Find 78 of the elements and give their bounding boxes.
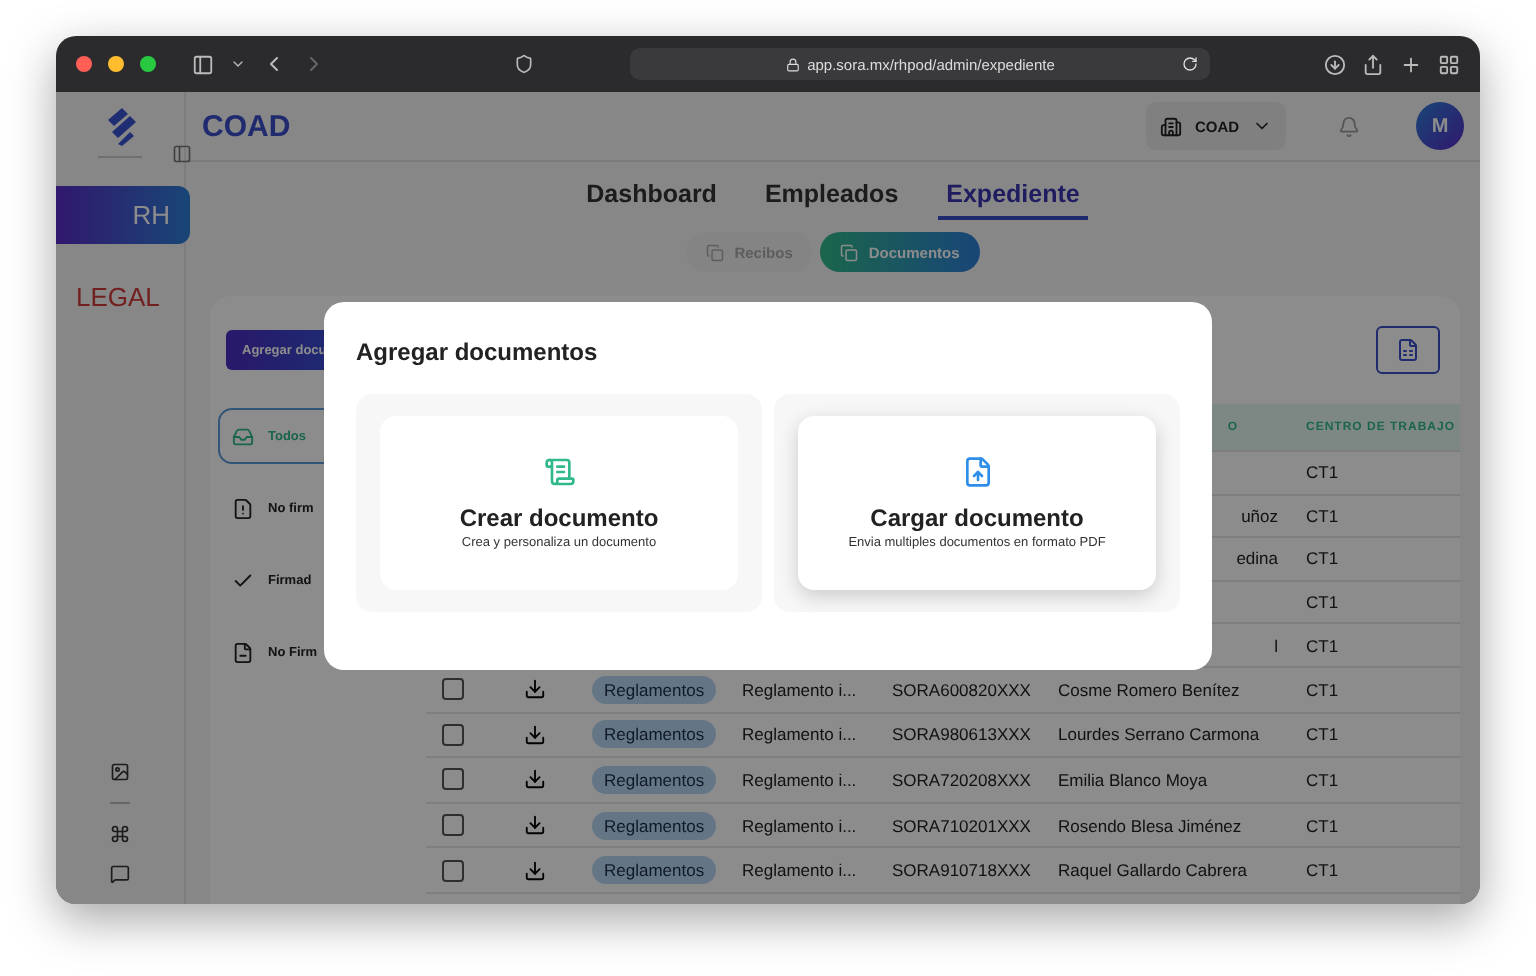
- download-icon[interactable]: [523, 859, 545, 882]
- copy-icon: [706, 243, 725, 261]
- download-icon[interactable]: [1324, 53, 1346, 75]
- nav-tab[interactable]: Dashboard: [578, 180, 725, 220]
- zoom-icon[interactable]: [140, 56, 156, 72]
- table-cell-text: SORA910718XXX: [892, 860, 1033, 881]
- sidebar-icon[interactable]: [192, 53, 214, 75]
- spreadsheet-icon: [1396, 338, 1420, 362]
- table-cell-text: CT1: [1306, 815, 1341, 836]
- file-minus-icon: [232, 641, 254, 663]
- table-cell-text: CT1: [1306, 724, 1341, 745]
- table-cell-text: Reglamento i...: [742, 679, 859, 700]
- grid-icon[interactable]: [1438, 53, 1460, 75]
- modal-title: Agregar documentos: [356, 338, 600, 366]
- category-tag: Reglamentos: [592, 856, 717, 885]
- category-tag: Reglamentos: [592, 765, 717, 794]
- table-cell-text: CT1: [1306, 635, 1341, 656]
- table-cell-text: CT1: [1306, 462, 1341, 483]
- close-icon[interactable]: [76, 56, 92, 72]
- table-cell: uñoz: [1241, 505, 1278, 526]
- table-cell-text: CT1: [1306, 769, 1341, 790]
- shield-icon[interactable]: [514, 54, 534, 74]
- download-icon[interactable]: [523, 768, 545, 791]
- chat-icon[interactable]: [110, 864, 130, 884]
- option-title: Crear documento: [459, 504, 659, 532]
- row-checkbox[interactable]: [442, 723, 464, 746]
- table-cell-text: CT1: [1306, 505, 1341, 526]
- download-icon[interactable]: [523, 814, 545, 837]
- excel-export-button[interactable]: [1376, 326, 1440, 374]
- table-cell-text: Lourdes Serrano Carmona: [1058, 724, 1262, 745]
- file-upload-icon: [961, 456, 993, 488]
- table-cell-text: Reglamento i...: [742, 860, 859, 881]
- table-cell-text: CT1: [1306, 548, 1341, 569]
- table-cell-text: CT1: [1306, 679, 1341, 700]
- table-cell-text: Emilia Blanco Moya: [1058, 769, 1210, 790]
- scroll-icon: [543, 456, 575, 488]
- nav-tab[interactable]: Empleados: [756, 180, 907, 220]
- download-icon[interactable]: [523, 723, 545, 746]
- table-cell-text: Reglamento i...: [742, 769, 859, 790]
- nav-tab[interactable]: Expediente: [938, 180, 1088, 220]
- share-icon[interactable]: [1362, 53, 1384, 75]
- table-cell-text: CT1: [1306, 860, 1341, 881]
- sidebar-item[interactable]: RH: [56, 186, 190, 244]
- table-cell-text: Cosme Romero Benítez: [1058, 679, 1242, 700]
- table-cell-text: Rosendo Blesa Jiménez: [1058, 815, 1244, 836]
- table-cell-text: SORA720208XXX: [892, 769, 1033, 790]
- command-icon[interactable]: [110, 802, 130, 844]
- category-tag: Reglamentos: [592, 675, 717, 704]
- user-avatar[interactable]: M: [1416, 102, 1464, 150]
- row-checkbox[interactable]: [442, 814, 464, 837]
- image-icon[interactable]: [110, 762, 130, 782]
- table-cell: l: [1274, 635, 1278, 656]
- sidebar-item[interactable]: LEGAL: [56, 268, 190, 326]
- table-cell: edina: [1236, 548, 1278, 569]
- table-cell-text: Reglamento i...: [742, 724, 859, 745]
- row-checkbox[interactable]: [442, 678, 464, 701]
- brand-name: COAD: [202, 109, 291, 143]
- file-alert-icon: [232, 497, 254, 519]
- download-icon[interactable]: [523, 678, 545, 701]
- category-tag: Reglamentos: [592, 720, 717, 749]
- check-icon: [232, 569, 254, 591]
- table-cell-text: CT1: [1306, 592, 1341, 613]
- option-title: Cargar documento: [870, 504, 1084, 532]
- panel-icon[interactable]: [172, 144, 192, 164]
- copy-icon: [840, 243, 859, 261]
- table-cell-text: SORA710201XXX: [892, 815, 1033, 836]
- table-cell-text: Raquel Gallardo Cabrera: [1058, 860, 1249, 881]
- row-checkbox[interactable]: [442, 859, 464, 882]
- inbox-icon: [232, 425, 254, 447]
- minimize-icon[interactable]: [108, 56, 124, 72]
- plus-icon[interactable]: [1400, 53, 1422, 75]
- category-tag: Reglamentos: [592, 811, 717, 840]
- row-checkbox[interactable]: [442, 768, 464, 791]
- chevron-down-icon[interactable]: [230, 56, 246, 72]
- table-cell-text: Reglamento i...: [742, 815, 859, 836]
- table-cell-text: SORA600820XXX: [892, 679, 1033, 700]
- building-icon: [1160, 115, 1183, 137]
- table-cell-text: SORA980613XXX: [892, 724, 1033, 745]
